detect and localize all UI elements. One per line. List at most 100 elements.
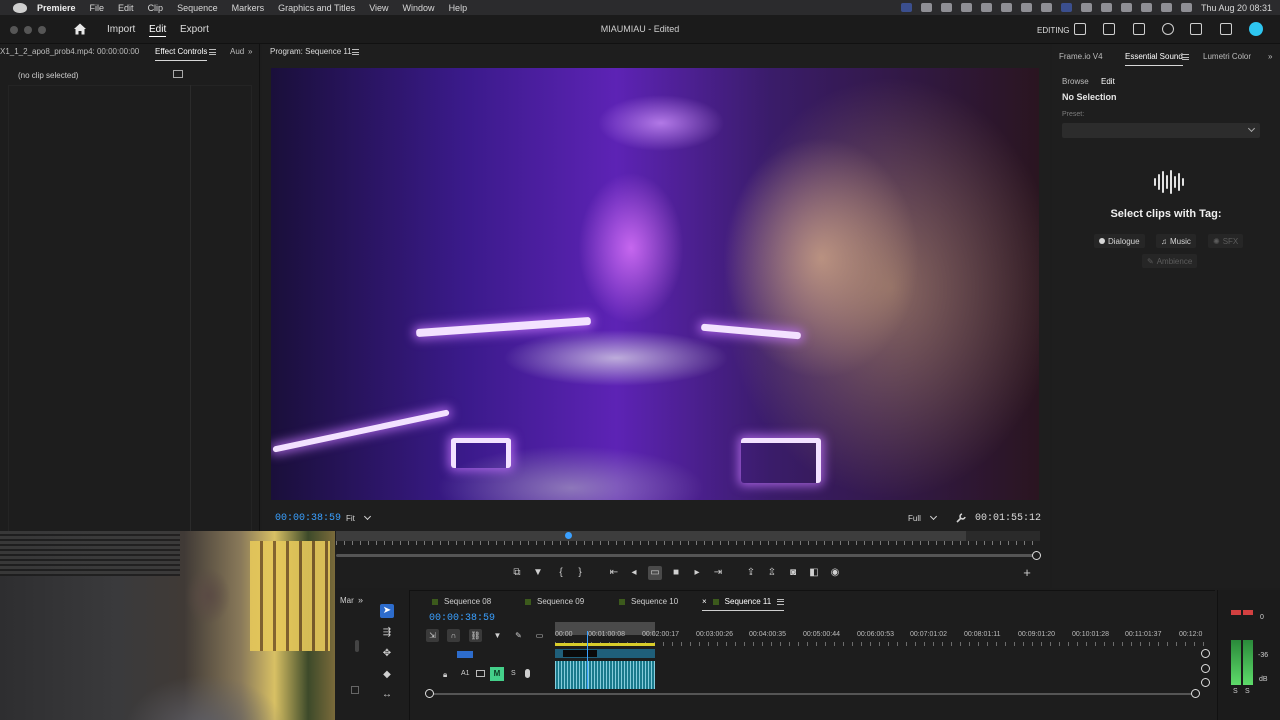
control-center-icon[interactable] [1180,3,1192,12]
workspace-panel-icon[interactable] [1074,23,1086,35]
step-forward-icon[interactable]: ▸ [690,566,704,580]
zoom-scrollbar[interactable] [336,554,1036,557]
tab-essential-sound[interactable]: Essential Sound [1125,52,1183,66]
tag-dialogue-button[interactable]: Dialogue [1094,234,1145,248]
meter-solo-left[interactable]: S [1233,688,1238,695]
tab-sequence-11[interactable]: × Sequence 11 [702,597,785,611]
extract-icon[interactable]: ⇫ [765,566,779,580]
mark-out-icon[interactable]: } [573,566,587,580]
tab-markers[interactable]: Mar [340,596,354,605]
meter-solo-right[interactable]: S [1245,688,1250,695]
vertical-scroll-handle[interactable] [1201,649,1210,658]
multicam-icon[interactable]: ◉ [828,566,842,580]
program-menu-icon[interactable] [352,49,359,55]
tab-sequence-10[interactable]: Sequence 10 [619,597,678,606]
tab-sequence-09[interactable]: Sequence 09 [525,597,584,606]
video-frame[interactable] [271,68,1039,500]
tab-source-clip[interactable]: X1_1_2_apo8_prob4.mp4: 00:00:00:00 [0,47,139,56]
timeline-settings-icon[interactable]: ✎ [512,629,525,642]
step-back-icon[interactable]: ◂ [627,566,641,580]
selection-tool-icon[interactable]: ➤ [380,604,394,618]
video-source-patch[interactable] [457,651,473,658]
ripple-edit-tool-icon[interactable]: ✥ [380,647,394,661]
mute-track-button[interactable]: M [490,667,504,681]
sync-lock-icon[interactable] [476,670,485,677]
screen-record-icon[interactable] [900,3,912,12]
link-icon[interactable] [1080,3,1092,12]
menu-window[interactable]: Window [403,3,435,13]
snap-icon[interactable]: ∩ [447,629,460,642]
share-icon[interactable] [1103,23,1115,35]
audio-clip[interactable] [555,661,655,689]
cloud-icon[interactable] [1000,3,1012,12]
more-tabs-icon[interactable]: » [248,47,252,56]
trash-icon[interactable] [351,686,359,694]
menu-markers[interactable]: Markers [232,3,265,13]
menu-graphics[interactable]: Graphics and Titles [278,3,355,13]
tag-music-button[interactable]: ♫ Music [1156,234,1196,248]
mark-in-icon[interactable]: { [554,566,568,580]
play-circle-icon[interactable] [1020,3,1032,12]
tab-frameio[interactable]: Frame.io V4 [1059,52,1103,61]
tag-ambience-button[interactable]: ✎ Ambience [1142,254,1198,268]
slip-tool-icon[interactable]: ↔ [380,688,394,702]
resolution-dropdown[interactable]: Full [908,511,937,525]
export-frame-icon[interactable]: ⧉ [510,566,524,580]
avatar[interactable] [1249,22,1263,36]
calendar-icon[interactable] [1100,3,1112,12]
search-icon[interactable] [1160,3,1172,12]
scroll-handle-left[interactable] [425,689,434,698]
clock-icon[interactable] [1040,3,1052,12]
close-tab-icon[interactable]: × [702,597,707,606]
menu-app-name[interactable]: Premiere [37,3,76,13]
menu-clip[interactable]: Clip [148,3,164,13]
menu-edit[interactable]: Edit [118,3,134,13]
track-select-tool-icon[interactable]: ⇶ [380,626,394,640]
go-to-in-icon[interactable]: ⇤ [607,566,621,580]
compare-view-icon[interactable]: ◧ [807,566,821,580]
more-tabs-icon[interactable]: » [1268,52,1272,61]
essential-sound-menu-icon[interactable] [1182,54,1189,60]
tab-sequence-08[interactable]: Sequence 08 [432,597,491,606]
insert-nest-icon[interactable]: ⇲ [426,629,439,642]
lift-icon[interactable]: ⇪ [744,566,758,580]
workspace-label[interactable]: EDITING [1037,26,1069,35]
zoom-search-icon[interactable] [1162,23,1174,35]
subtab-edit[interactable]: Edit [1101,77,1115,86]
lock-track-icon[interactable]: 🔒︎ [443,670,447,680]
menu-file[interactable]: File [90,3,105,13]
wrench-icon[interactable] [956,513,966,523]
captions-icon[interactable]: ▭ [533,629,546,642]
zoom-dropdown[interactable]: Fit [346,511,371,525]
sequence-menu-icon[interactable] [777,598,785,605]
play-in-to-out-icon[interactable]: ▭ [648,566,662,580]
microphone-icon[interactable] [525,669,530,678]
menu-view[interactable]: View [369,3,388,13]
tab-effect-controls[interactable]: Effect Controls [155,47,208,61]
program-current-timecode[interactable]: 00:00:38:59 [275,513,341,524]
stop-icon[interactable]: ■ [669,566,683,580]
fullscreen-icon[interactable] [1220,23,1232,35]
zoom-scroll-handle[interactable] [1032,551,1041,560]
linked-selection-icon[interactable]: ⛓ [469,629,482,642]
timeline-playhead[interactable] [587,631,588,689]
extension-icon[interactable] [940,3,952,12]
tag-sfx-button[interactable]: ✺ SFX [1208,234,1244,248]
speaker-icon[interactable] [1190,23,1202,35]
tab-audio[interactable]: Aud [230,47,244,56]
tab-lumetri-color[interactable]: Lumetri Color [1203,52,1251,61]
display-icon[interactable] [960,3,972,12]
bag-icon[interactable] [980,3,992,12]
timeline-toggle-icon[interactable] [173,70,183,78]
settings-sliders-icon[interactable] [1133,23,1145,35]
add-marker-icon[interactable]: ▼ [531,566,545,580]
timeline-timecode[interactable]: 00:00:38:59 [429,613,495,624]
mirror-icon[interactable] [1060,3,1072,12]
track-label-a1[interactable]: A1 [461,670,470,677]
add-button-icon[interactable]: + [1020,566,1034,580]
solo-track-button[interactable]: S [511,670,516,677]
camera-icon[interactable]: ◙ [786,566,800,580]
go-to-out-icon[interactable]: ⇥ [711,566,725,580]
timeline-scrollbar[interactable] [429,693,1199,695]
menu-help[interactable]: Help [449,3,468,13]
